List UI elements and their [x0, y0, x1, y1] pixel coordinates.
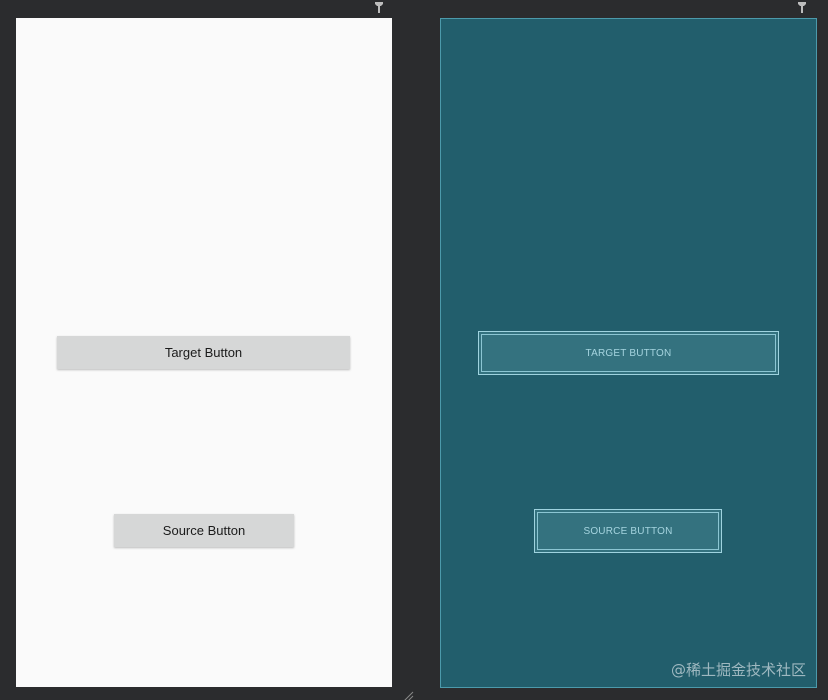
watermark: @稀土掘金技术社区 [670, 661, 806, 679]
resize-handle-icon[interactable] [402, 689, 414, 700]
source-button[interactable]: Source Button [114, 514, 294, 547]
layout-editor-canvas: Target Button Source Button TARGET BUTTO… [0, 0, 828, 700]
pin-icon[interactable] [374, 0, 384, 13]
blueprint-surface[interactable]: TARGET BUTTON SOURCE BUTTON [440, 18, 817, 688]
design-surface[interactable]: Target Button Source Button [16, 18, 392, 687]
blueprint-source-button[interactable]: SOURCE BUTTON [534, 509, 722, 553]
pin-icon[interactable] [797, 0, 807, 13]
target-button[interactable]: Target Button [57, 336, 350, 369]
blueprint-target-button[interactable]: TARGET BUTTON [478, 331, 779, 375]
